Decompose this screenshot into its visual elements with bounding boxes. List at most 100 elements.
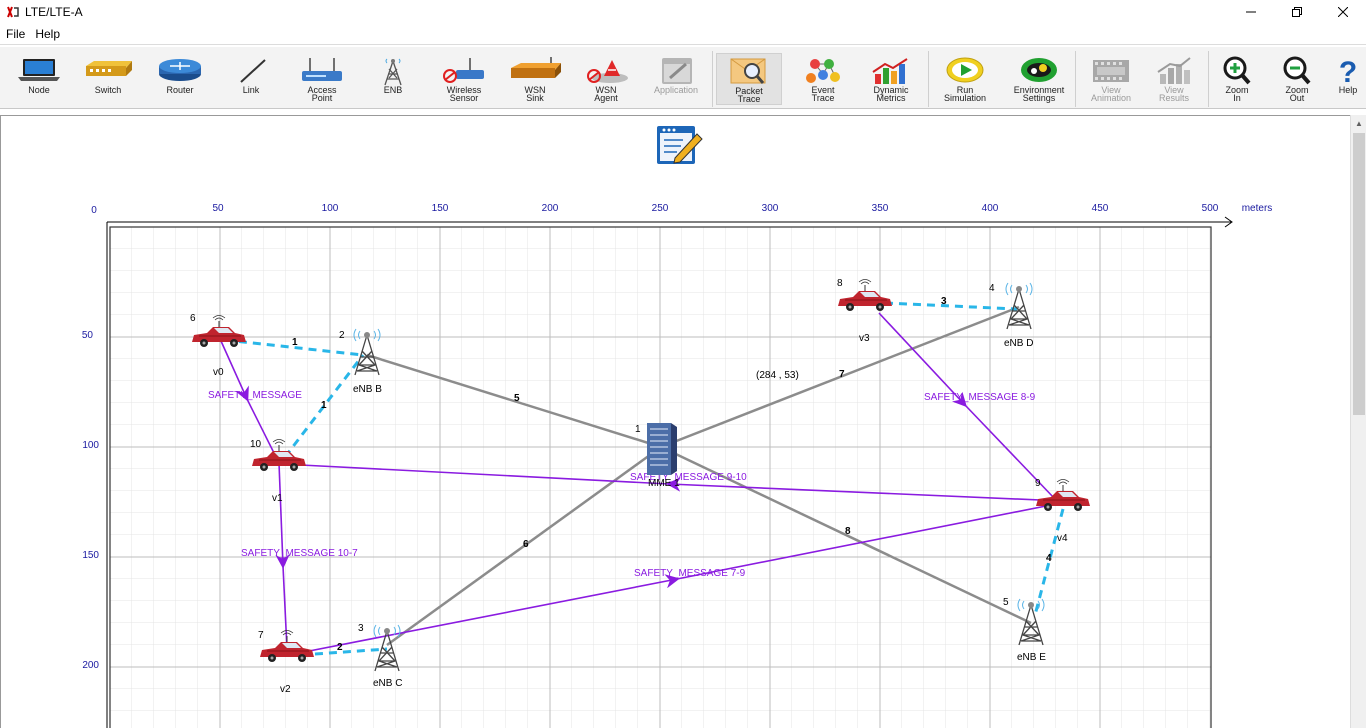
y-ruler: 50 100 150 200: [82, 330, 100, 671]
title-bar: LTE/LTE-A: [0, 0, 1366, 24]
wireless-sensor-label: Wireless Sensor: [446, 85, 482, 103]
run-simulation-icon: [946, 57, 984, 83]
app-logo-icon: [6, 5, 20, 19]
view-results-button[interactable]: View Results: [1141, 53, 1207, 105]
simulation-canvas[interactable]: 0 50 100 150 200 250 300 350 400 450 500…: [0, 115, 1350, 728]
wireless-sensor-icon: [443, 58, 484, 83]
application-button[interactable]: Application: [643, 53, 709, 105]
device-id: 4: [989, 283, 995, 294]
app-label: SAFETY_MESSAGE: [208, 390, 302, 401]
device-name: eNB C: [373, 678, 402, 689]
mme-server-icon: [647, 423, 677, 475]
link-button[interactable]: Link: [218, 53, 284, 105]
link-label: 8: [845, 526, 851, 537]
view-animation-button[interactable]: View Animation: [1078, 53, 1144, 105]
scrollbar-thumb[interactable]: [1353, 133, 1365, 415]
minimize-button[interactable]: [1228, 0, 1274, 24]
dynamic-metrics-button[interactable]: Dynamic Metrics: [858, 53, 924, 105]
cursor-coordinate-readout: (284 , 53): [756, 370, 799, 381]
enb-button[interactable]: ENB: [360, 53, 426, 105]
wsn-sink-label: WSN Sink: [524, 85, 546, 103]
close-button[interactable]: [1320, 0, 1366, 24]
zoom-out-button[interactable]: Zoom Out: [1264, 53, 1330, 105]
device-name: eNB D: [1004, 338, 1033, 349]
network-diagram: 0 50 100 150 200 250 300 350 400 450 500…: [82, 126, 1272, 728]
environment-settings-button[interactable]: Environment Settings: [1006, 53, 1072, 105]
x-tick-label: 0: [91, 205, 97, 216]
node-button[interactable]: Node: [6, 53, 72, 105]
dynamic-metrics-label: Dynamic Metrics: [873, 85, 909, 103]
toolbar-separator: [928, 51, 929, 107]
event-trace-label: Event Trace: [811, 85, 835, 103]
device-id: 10: [250, 439, 262, 450]
switch-button[interactable]: Switch: [75, 53, 141, 105]
application-label: Application: [653, 85, 699, 95]
help-icon: ?: [1339, 56, 1357, 86]
vertical-scrollbar[interactable]: ▲: [1350, 115, 1366, 728]
help-button[interactable]: ? Help: [1328, 53, 1366, 105]
menu-file[interactable]: File: [6, 27, 25, 41]
toolbar-separator: [1075, 51, 1076, 107]
device-id: 3: [358, 623, 364, 634]
device-name: v4: [1057, 533, 1068, 544]
router-label: Router: [166, 85, 194, 95]
x-tick-label: 300: [762, 203, 779, 214]
wsn-agent-label: WSN Agent: [594, 85, 618, 103]
restore-icon: [1292, 7, 1302, 17]
access-point-icon: [302, 58, 342, 81]
restore-button[interactable]: [1274, 0, 1320, 24]
notepad-icon[interactable]: [657, 126, 703, 164]
wireless-sensor-button[interactable]: Wireless Sensor: [431, 53, 497, 105]
packet-trace-label: Packet Trace: [735, 86, 763, 104]
device-id: 7: [258, 630, 264, 641]
window-title: LTE/LTE-A: [25, 5, 83, 19]
wsn-agent-button[interactable]: WSN Agent: [573, 53, 639, 105]
device-name: eNB E: [1017, 652, 1046, 663]
view-results-icon: [1157, 57, 1191, 84]
link-label: 7: [839, 369, 845, 380]
switch-label: Switch: [94, 85, 122, 95]
packet-trace-icon: [730, 58, 766, 84]
minimize-icon: [1246, 11, 1256, 13]
zoom-out-label: Zoom Out: [1285, 85, 1309, 103]
dynamic-metrics-icon: [872, 58, 908, 84]
enb-tower-icon: [384, 58, 402, 86]
device-name: eNB B: [353, 384, 382, 395]
device-id: 6: [190, 313, 196, 324]
view-animation-icon: [1093, 60, 1129, 82]
device-id: 2: [339, 330, 345, 341]
run-simulation-button[interactable]: Run Simulation: [932, 53, 998, 105]
access-point-button[interactable]: Access Point: [289, 53, 355, 105]
packet-trace-button[interactable]: Packet Trace: [716, 53, 782, 105]
wsn-sink-icon: [511, 57, 561, 78]
wsn-sink-button[interactable]: WSN Sink: [502, 53, 568, 105]
help-label: Help: [1338, 85, 1358, 95]
x-tick-label: 250: [652, 203, 669, 214]
view-results-label: View Results: [1158, 85, 1189, 103]
router-icon: [159, 59, 201, 81]
event-trace-button[interactable]: Event Trace: [790, 53, 856, 105]
zoom-in-icon: [1223, 56, 1251, 85]
device-id: 9: [1035, 478, 1041, 489]
x-axis-arrow: [107, 216, 1233, 228]
menu-bar: File Help: [0, 24, 1366, 45]
router-button[interactable]: Router: [147, 53, 213, 105]
y-tick-label: 100: [82, 440, 99, 451]
link-label: 1: [321, 400, 327, 411]
enb-label: ENB: [383, 85, 403, 95]
switch-icon: [86, 61, 132, 76]
view-animation-label: View Animation: [1090, 85, 1132, 103]
link-label: 6: [523, 539, 529, 550]
link-label: 5: [514, 393, 520, 404]
zoom-in-button[interactable]: Zoom In: [1204, 53, 1270, 105]
close-icon: [1338, 7, 1348, 17]
access-point-label: Access Point: [307, 85, 337, 103]
device-id: 5: [1003, 597, 1009, 608]
y-tick-label: 200: [82, 660, 99, 671]
menu-help[interactable]: Help: [35, 27, 60, 41]
link-label: 4: [1046, 553, 1052, 564]
x-tick-label: 50: [212, 203, 224, 214]
device-name: MME 1: [648, 478, 680, 489]
x-tick-label: 400: [982, 203, 999, 214]
scroll-up-arrow-icon[interactable]: ▲: [1351, 115, 1366, 132]
